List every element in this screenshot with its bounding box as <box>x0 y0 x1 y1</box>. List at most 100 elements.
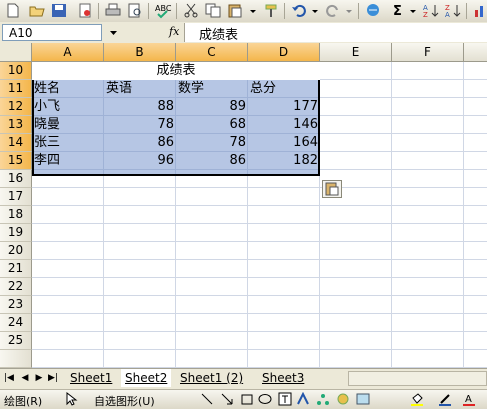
diagram-icon[interactable] <box>316 392 330 406</box>
table-title-cell[interactable]: 成绩表 <box>34 62 318 80</box>
row-header-10[interactable]: 10 <box>0 62 32 80</box>
next-sheet-icon[interactable]: ▶ <box>32 372 46 384</box>
name-cell[interactable]: 李四 <box>34 152 102 170</box>
prev-sheet-icon[interactable]: ◀ <box>18 372 32 384</box>
total-cell[interactable]: 177 <box>248 98 318 116</box>
sort-ascending-icon[interactable]: AZ <box>422 2 440 19</box>
column-header-b[interactable]: B <box>104 43 176 62</box>
score-cell[interactable]: 88 <box>104 98 174 116</box>
row-header-22[interactable]: 22 <box>0 278 32 296</box>
row-header-13[interactable]: 13 <box>0 116 32 134</box>
line-icon[interactable] <box>200 392 214 406</box>
redo-icon[interactable] <box>324 2 342 19</box>
name-cell[interactable]: 张三 <box>34 134 102 152</box>
row-header-24[interactable]: 24 <box>0 314 32 332</box>
row-header-17[interactable]: 17 <box>0 188 32 206</box>
header-cell-english[interactable]: 英语 <box>106 80 174 98</box>
paste-dropdown-icon[interactable] <box>248 2 258 19</box>
autosum-dropdown-icon[interactable] <box>408 2 418 19</box>
spelling-icon[interactable]: ABC <box>154 2 172 19</box>
tab-sheet1[interactable]: Sheet1 <box>66 369 116 387</box>
select-all-corner[interactable] <box>0 43 32 62</box>
row-header-26[interactable] <box>0 350 32 368</box>
new-document-icon[interactable] <box>4 2 22 19</box>
row-header-11[interactable]: 11 <box>0 80 32 98</box>
row-header-16[interactable]: 16 <box>0 170 32 188</box>
oval-icon[interactable] <box>258 392 272 406</box>
select-objects-icon[interactable] <box>64 392 78 406</box>
chart-wizard-icon[interactable] <box>472 2 487 19</box>
score-cell[interactable]: 86 <box>104 134 174 152</box>
rectangle-icon[interactable] <box>240 392 254 406</box>
arrow-icon[interactable] <box>220 392 234 406</box>
column-header-d[interactable]: D <box>248 43 320 62</box>
header-cell-math[interactable]: 数学 <box>178 80 246 98</box>
name-cell[interactable]: 小飞 <box>34 98 102 116</box>
cut-icon[interactable] <box>182 2 200 19</box>
row-header-18[interactable]: 18 <box>0 206 32 224</box>
name-cell[interactable]: 晓曼 <box>34 116 102 134</box>
print-icon[interactable] <box>104 2 122 19</box>
paste-icon[interactable] <box>226 2 244 19</box>
header-cell-name[interactable]: 姓名 <box>34 80 102 98</box>
autoshapes-menu-button[interactable]: 自选图形(U) <box>94 393 155 409</box>
font-color-icon[interactable]: A <box>462 392 476 406</box>
undo-icon[interactable] <box>290 2 308 19</box>
tab-sheet2[interactable]: Sheet2 <box>121 369 172 387</box>
sort-descending-icon[interactable]: ZA <box>444 2 462 19</box>
name-box-dropdown-icon[interactable] <box>102 24 162 41</box>
permission-icon[interactable] <box>76 2 94 19</box>
row-header-20[interactable]: 20 <box>0 242 32 260</box>
horizontal-scrollbar[interactable] <box>348 371 487 386</box>
total-cell[interactable]: 146 <box>248 116 318 134</box>
open-folder-icon[interactable] <box>28 2 46 19</box>
fill-color-icon[interactable] <box>410 392 424 406</box>
score-cell[interactable]: 78 <box>176 134 246 152</box>
name-box[interactable]: A10 <box>2 24 102 41</box>
undo-dropdown-icon[interactable] <box>310 2 320 19</box>
total-cell[interactable]: 164 <box>248 134 318 152</box>
row-header-19[interactable]: 19 <box>0 224 32 242</box>
row-header-25[interactable]: 25 <box>0 332 32 350</box>
score-cell[interactable]: 68 <box>176 116 246 134</box>
redo-dropdown-icon[interactable] <box>344 2 354 19</box>
row-header-23[interactable]: 23 <box>0 296 32 314</box>
autosum-icon[interactable]: Σ <box>390 2 408 19</box>
hyperlink-icon[interactable] <box>364 2 382 19</box>
clipart-icon[interactable] <box>336 392 350 406</box>
score-cell[interactable]: 78 <box>104 116 174 134</box>
score-cell[interactable]: 86 <box>176 152 246 170</box>
row-header-15[interactable]: 15 <box>0 152 32 170</box>
tab-sheet3[interactable]: Sheet3 <box>258 369 308 387</box>
line-color-icon[interactable] <box>438 392 452 406</box>
total-cell[interactable]: 182 <box>248 152 318 170</box>
insert-function-button[interactable]: fx <box>169 25 179 38</box>
score-cell[interactable]: 96 <box>104 152 174 170</box>
formula-input[interactable]: 成绩表 <box>184 23 487 43</box>
print-preview-icon[interactable] <box>126 2 144 19</box>
column-header-g[interactable] <box>464 43 487 62</box>
last-sheet-icon[interactable]: ▶| <box>46 372 60 384</box>
draw-menu-button[interactable]: 绘图(R) <box>4 393 42 409</box>
format-painter-icon[interactable] <box>262 2 280 19</box>
column-header-f[interactable]: F <box>392 43 464 62</box>
row-header-12[interactable]: 12 <box>0 98 32 116</box>
copy-icon[interactable] <box>204 2 222 19</box>
header-cell-total[interactable]: 总分 <box>250 80 318 98</box>
save-icon[interactable] <box>50 2 68 19</box>
column-header-c[interactable]: C <box>176 43 248 62</box>
tab-sheet1-2[interactable]: Sheet1 (2) <box>176 369 247 387</box>
wordart-icon[interactable] <box>296 392 310 406</box>
svg-text:ABC: ABC <box>155 4 172 13</box>
score-cell[interactable]: 89 <box>176 98 246 116</box>
row-header-14[interactable]: 14 <box>0 134 32 152</box>
first-sheet-icon[interactable]: |◀ <box>2 372 16 384</box>
column-header-a[interactable]: A <box>32 43 104 62</box>
textbox-icon[interactable] <box>278 392 292 406</box>
paste-options-button[interactable] <box>322 180 342 198</box>
svg-text:Z: Z <box>423 11 428 19</box>
row-header-21[interactable]: 21 <box>0 260 32 278</box>
svg-text:Σ: Σ <box>393 4 402 19</box>
insert-picture-icon[interactable] <box>356 392 370 406</box>
column-header-e[interactable]: E <box>320 43 392 62</box>
